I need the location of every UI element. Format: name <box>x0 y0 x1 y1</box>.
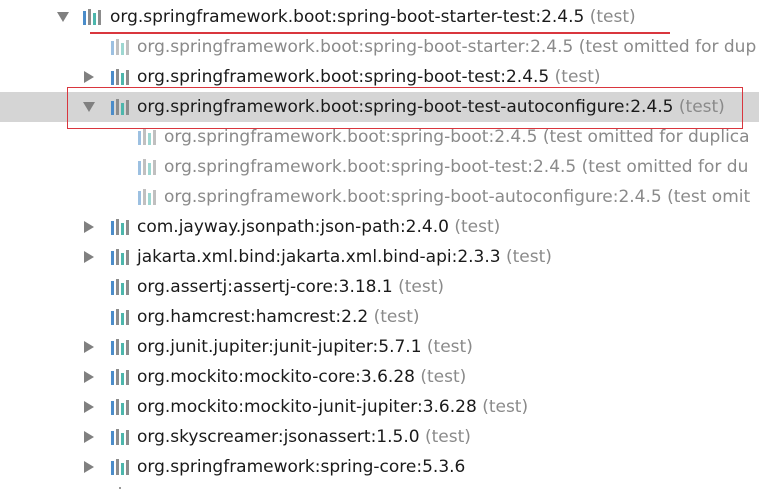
library-icon <box>137 159 157 175</box>
tree-row[interactable]: org.springframework.boot:spring-boot-tes… <box>0 152 759 182</box>
library-icon <box>137 129 157 145</box>
dependency-coordinate: org.springframework.boot:spring-boot-aut… <box>164 187 662 207</box>
chevron-right-icon[interactable] <box>82 212 96 242</box>
dependency-coordinate: org.junit.jupiter:junit-jupiter:5.7.1 <box>137 337 422 357</box>
tree-row-label: org.junit.jupiter:junit-jupiter:5.7.1 (t… <box>137 332 473 362</box>
dependency-coordinate: org.springframework.boot:spring-boot-tes… <box>137 67 550 87</box>
dependency-coordinate: com.jayway.jsonpath:json-path:2.4.0 <box>137 217 449 237</box>
dependency-scope: (test omitted for du <box>581 157 749 177</box>
dependency-coordinate: org.springframework.boot:spring-boot-tes… <box>164 157 577 177</box>
library-icon <box>110 279 130 295</box>
tree-row-label: com.jayway.jsonpath:json-path:2.4.0 (tes… <box>137 212 500 242</box>
tree-row-label: org.mockito:mockito-junit-jupiter:3.6.28… <box>137 392 528 422</box>
dependency-scope: (test) <box>554 67 601 87</box>
dependency-coordinate: org.springframework.boot:spring-boot-sta… <box>110 7 585 27</box>
library-icon <box>137 189 157 205</box>
chevron-down-icon[interactable] <box>56 2 70 32</box>
tree-row-label: org.assertj:assertj-core:3.18.1 (test) <box>137 272 444 302</box>
tree-row[interactable]: org.junit.jupiter:junit-jupiter:5.7.1 (t… <box>0 332 759 362</box>
tree-row-label: org.springframework.boot:spring-boot-tes… <box>164 152 748 182</box>
tree-row-label: org.skyscreamer:jsonassert:1.5.0 (test) <box>137 422 471 452</box>
library-icon <box>110 39 130 55</box>
highlight-box <box>67 87 743 129</box>
library-icon <box>110 369 130 385</box>
library-icon <box>110 219 130 235</box>
tree-row-label: org.hamcrest:hamcrest:2.2 (test) <box>137 302 420 332</box>
library-icon <box>82 9 102 25</box>
tree-row[interactable]: org.mockito:mockito-junit-jupiter:3.6.28… <box>0 392 759 422</box>
library-icon <box>110 339 130 355</box>
library-icon <box>110 399 130 415</box>
chevron-right-icon[interactable] <box>82 392 96 422</box>
dependency-coordinate: org.springframework:spring-core:5.3.6 <box>137 457 466 477</box>
tree-row-label: org.mockito:mockito-core:3.6.28 (test) <box>137 362 466 392</box>
dependency-coordinate: org.assertj:assertj-core:3.18.1 <box>137 277 393 297</box>
dependency-coordinate: org.springframework.boot:spring-boot:2.4… <box>164 127 538 147</box>
dependency-scope: (test) <box>398 277 445 297</box>
dependency-scope: (test omitted for duplica <box>542 127 750 147</box>
tree-row[interactable]: org.assertj:assertj-core:3.18.1 (test) <box>0 272 759 302</box>
tree-row[interactable]: org.skyscreamer:jsonassert:1.5.0 (test) <box>0 422 759 452</box>
dependency-coordinate: org.skyscreamer:jsonassert:1.5.0 <box>137 427 420 447</box>
dependency-scope: (test omitted for dup <box>578 37 757 57</box>
dependency-coordinate: org.mockito:mockito-core:3.6.28 <box>137 367 415 387</box>
tree-row-label: jakarta.xml.bind:jakarta.xml.bind-api:2.… <box>137 242 552 272</box>
dependency-coordinate: org.springframework.boot:spring-boot-sta… <box>137 37 574 57</box>
dependency-scope: (test) <box>420 367 467 387</box>
tree-row-label: org.springframework:spring-core:5.3.6 <box>137 452 465 482</box>
dependency-tree: org.springframework.boot:spring-boot-sta… <box>0 2 759 482</box>
tree-row[interactable]: org.springframework.boot:spring-boot-sta… <box>0 2 759 32</box>
tree-row[interactable]: org.hamcrest:hamcrest:2.2 (test) <box>0 302 759 332</box>
dependency-scope: (test omit <box>667 187 751 207</box>
library-icon <box>110 309 130 325</box>
chevron-right-icon[interactable] <box>82 242 96 272</box>
library-icon <box>110 459 130 475</box>
dependency-coordinate: org.mockito:mockito-junit-jupiter:3.6.28 <box>137 397 477 417</box>
scroll-indicator-dot <box>119 487 121 489</box>
tree-row-label: org.springframework.boot:spring-boot-aut… <box>164 182 750 212</box>
dependency-scope: (test) <box>454 217 501 237</box>
chevron-right-icon[interactable] <box>82 422 96 452</box>
tree-row[interactable]: jakarta.xml.bind:jakarta.xml.bind-api:2.… <box>0 242 759 272</box>
chevron-right-icon[interactable] <box>82 452 96 482</box>
highlight-underline <box>90 32 670 34</box>
tree-row[interactable]: org.springframework.boot:spring-boot-sta… <box>0 32 759 62</box>
tree-row[interactable]: org.mockito:mockito-core:3.6.28 (test) <box>0 362 759 392</box>
tree-row-label: org.springframework.boot:spring-boot-sta… <box>137 32 756 62</box>
dependency-scope: (test) <box>373 307 420 327</box>
dependency-scope: (test) <box>506 247 552 267</box>
tree-row[interactable]: org.springframework:spring-core:5.3.6 <box>0 452 759 482</box>
library-icon <box>110 249 130 265</box>
dependency-scope: (test) <box>589 7 636 27</box>
tree-row[interactable]: org.springframework.boot:spring-boot-aut… <box>0 182 759 212</box>
library-icon <box>110 69 130 85</box>
dependency-scope: (test) <box>426 337 473 357</box>
tree-row[interactable]: com.jayway.jsonpath:json-path:2.4.0 (tes… <box>0 212 759 242</box>
chevron-right-icon[interactable] <box>82 362 96 392</box>
library-icon <box>110 429 130 445</box>
dependency-scope: (test) <box>424 427 471 447</box>
dependency-coordinate: org.hamcrest:hamcrest:2.2 <box>137 307 369 327</box>
chevron-right-icon[interactable] <box>82 332 96 362</box>
dependency-scope: (test) <box>482 397 529 417</box>
tree-row-label: org.springframework.boot:spring-boot-sta… <box>110 2 636 32</box>
dependency-coordinate: jakarta.xml.bind:jakarta.xml.bind-api:2.… <box>137 247 501 267</box>
